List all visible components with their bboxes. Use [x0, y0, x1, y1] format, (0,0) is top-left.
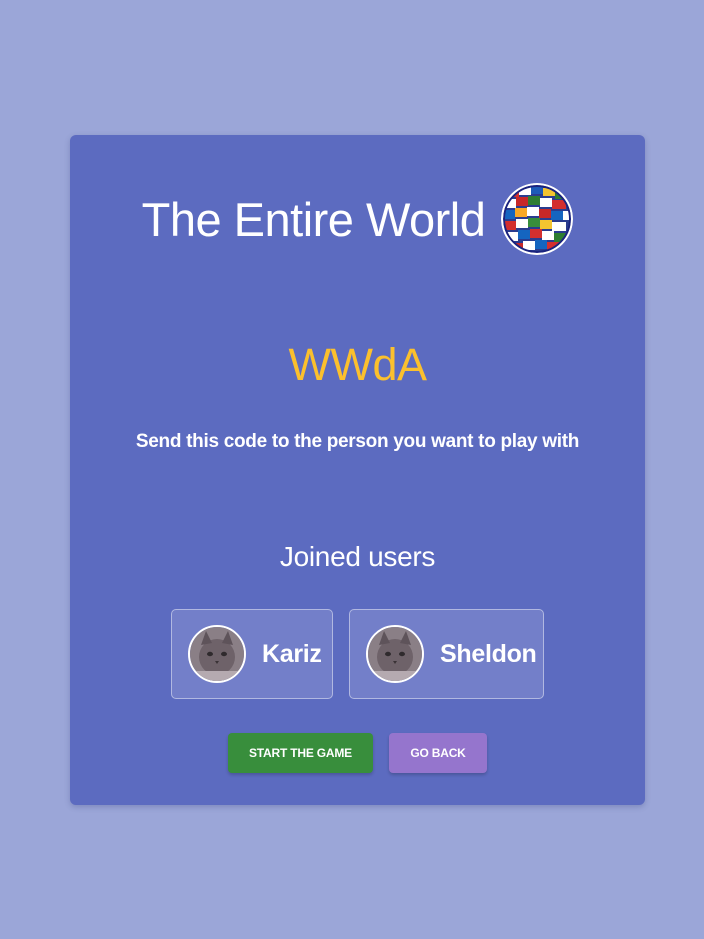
cat-avatar-icon: [188, 625, 246, 683]
page-title: The Entire World: [141, 192, 486, 246]
action-buttons: START THE GAME GO BACK: [70, 733, 645, 773]
joined-users-list: Kariz Sheldon: [70, 609, 645, 699]
user-name: Sheldon: [440, 639, 537, 668]
lobby-card: The Entire World WWdA Send this code to …: [70, 135, 645, 805]
user-name: Kariz: [262, 639, 322, 668]
user-chip: Sheldon: [349, 609, 544, 699]
go-back-button[interactable]: GO BACK: [389, 733, 487, 773]
world-flags-globe-icon: [501, 183, 574, 255]
joined-users-heading: Joined users: [279, 541, 436, 572]
room-code: WWdA: [288, 339, 428, 390]
cat-avatar-icon: [366, 625, 424, 683]
user-chip: Kariz: [171, 609, 333, 699]
start-game-button[interactable]: START THE GAME: [228, 733, 373, 773]
share-code-hint: Send this code to the person you want to…: [135, 431, 580, 452]
title-row: The Entire World: [70, 183, 645, 255]
